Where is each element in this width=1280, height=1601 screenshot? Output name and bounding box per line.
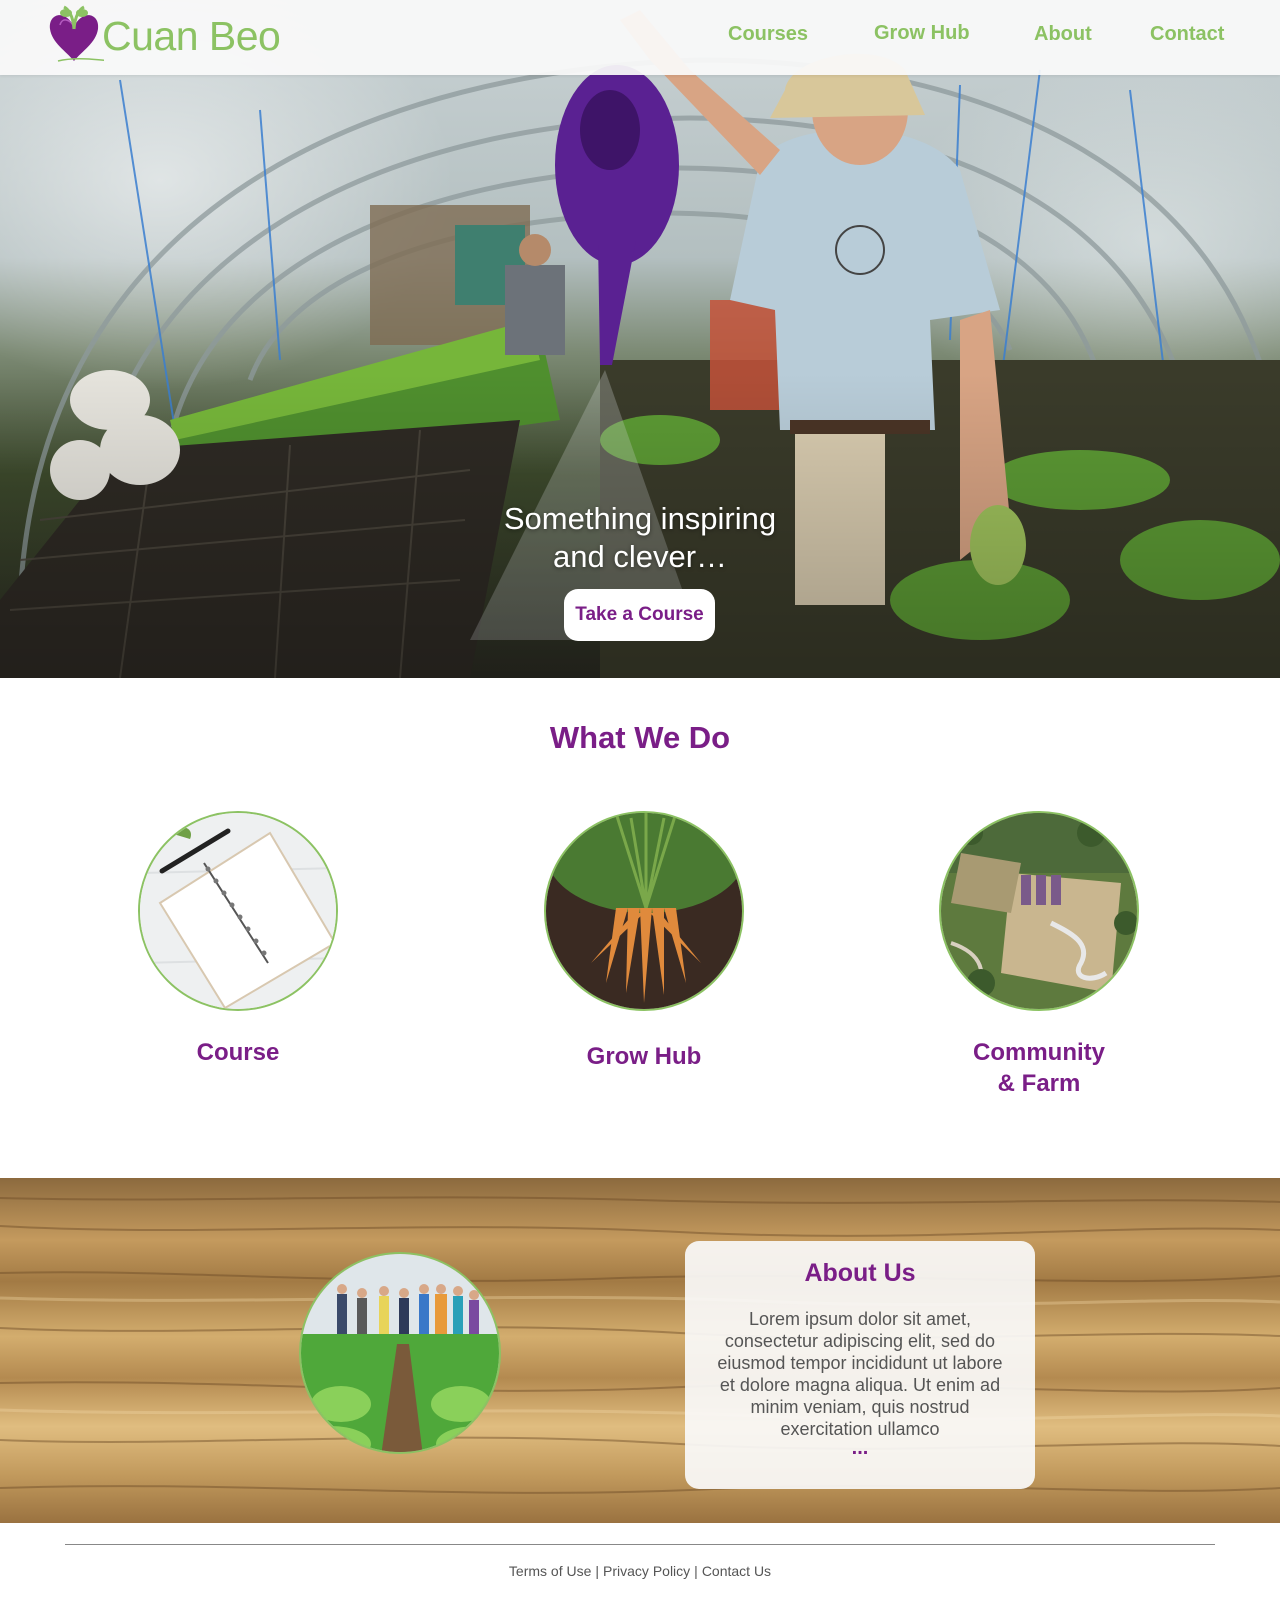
about-card: About Us Lorem ipsum dolor sit amet, con… xyxy=(685,1241,1035,1489)
about-read-more[interactable]: ... xyxy=(709,1438,1011,1458)
carrots-photo xyxy=(544,811,744,1011)
footer-privacy-link[interactable]: Privacy Policy xyxy=(603,1563,690,1579)
footer-links: Terms of Use | Privacy Policy | Contact Us xyxy=(0,1563,1280,1579)
beetroot-heart-icon xyxy=(49,5,104,62)
service-community-farm[interactable]: Community & Farm xyxy=(909,811,1169,1099)
group-in-field-photo xyxy=(299,1252,501,1454)
nav-grow-hub[interactable]: Grow Hub xyxy=(874,22,970,45)
footer-divider xyxy=(65,1544,1215,1545)
site-header: Cuan Beo Courses Grow Hub About Contact xyxy=(0,0,1280,75)
what-we-do-title: What We Do xyxy=(549,720,731,755)
hero-headline: Something inspiring and clever… xyxy=(440,500,840,576)
service-grow-hub-label: Grow Hub xyxy=(586,1043,702,1070)
nav-courses[interactable]: Courses xyxy=(728,23,808,46)
footer-terms-link[interactable]: Terms of Use xyxy=(509,1563,591,1579)
brand-name: Cuan Beo xyxy=(102,12,281,59)
about-section: About Us Lorem ipsum dolor sit amet, con… xyxy=(0,1178,1280,1523)
service-grow-hub[interactable]: Grow Hub xyxy=(514,811,774,1072)
site-logo[interactable]: Cuan Beo xyxy=(44,4,281,68)
service-community-farm-label-line-2: & Farm xyxy=(997,1070,1081,1097)
nav-contact[interactable]: Contact xyxy=(1150,23,1224,46)
notebook-photo xyxy=(138,811,338,1011)
service-course-label: Course xyxy=(196,1039,280,1066)
aerial-farm-photo xyxy=(939,811,1139,1011)
service-community-farm-label: Community & Farm xyxy=(909,1037,1169,1099)
about-title: About Us xyxy=(804,1259,916,1287)
hero-banner: Cuan Beo Courses Grow Hub About Contact … xyxy=(0,0,1280,678)
about-body: Lorem ipsum dolor sit amet, consectetur … xyxy=(717,1309,1003,1439)
take-a-course-button[interactable]: Take a Course xyxy=(564,589,715,641)
hero-headline-line-1: Something inspiring xyxy=(503,501,777,536)
footer-contact-link[interactable]: Contact Us xyxy=(702,1563,771,1579)
service-course[interactable]: Course xyxy=(108,811,368,1068)
service-community-farm-label-line-1: Community xyxy=(973,1039,1105,1066)
footer-separator: | xyxy=(694,1563,698,1579)
footer-separator: | xyxy=(595,1563,600,1579)
wood-texture-background xyxy=(0,1196,1280,1494)
hero-headline-line-2: and clever… xyxy=(552,539,728,574)
greenhouse-watering-photo xyxy=(0,0,1280,678)
nav-about[interactable]: About xyxy=(1034,23,1092,46)
